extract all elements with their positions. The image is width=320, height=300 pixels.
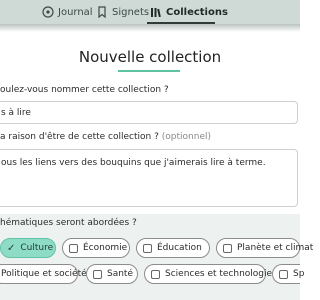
optional-hint: (optionnel) bbox=[161, 132, 211, 142]
theme-chip-sport[interactable]: Sp bbox=[272, 264, 304, 284]
tab-journal[interactable]: Journal bbox=[42, 4, 93, 20]
bookmark-icon bbox=[98, 6, 106, 18]
checkbox-icon bbox=[223, 243, 232, 253]
checkbox-icon bbox=[279, 269, 288, 279]
checkbox-icon bbox=[69, 243, 78, 253]
themes-panel: hématiques seront abordées ? ✓ Culture É… bbox=[0, 214, 313, 300]
theme-chip-label: Éducation bbox=[157, 243, 202, 253]
collection-name-input[interactable]: s à lire bbox=[0, 101, 298, 124]
check-icon: ✓ bbox=[7, 242, 16, 254]
checkbox-icon bbox=[93, 269, 102, 279]
journal-icon bbox=[42, 6, 54, 18]
theme-chip-education[interactable]: Éducation bbox=[136, 238, 210, 258]
collection-name-value: s à lire bbox=[1, 108, 31, 118]
checkbox-icon bbox=[151, 269, 160, 279]
tab-signets[interactable]: Signets bbox=[96, 4, 149, 20]
checkbox-icon bbox=[143, 243, 152, 253]
top-navigation: Journal Signets Collections bbox=[0, 0, 300, 24]
theme-chip-planete-climat[interactable]: Planète et climat bbox=[216, 238, 313, 258]
theme-chip-economie[interactable]: Économie bbox=[62, 238, 130, 258]
theme-chip-label: Politique et société bbox=[1, 269, 87, 279]
tab-signets-label: Signets bbox=[112, 6, 150, 18]
theme-chip-culture[interactable]: ✓ Culture bbox=[0, 238, 56, 258]
tab-journal-label: Journal bbox=[58, 6, 93, 18]
tab-collections[interactable]: Collections bbox=[150, 4, 228, 20]
themes-label: hématiques seront abordées ? bbox=[0, 218, 137, 228]
collection-reason-textarea[interactable]: ous les liens vers des bouquins que j'ai… bbox=[0, 149, 298, 207]
theme-chip-label: Culture bbox=[20, 243, 54, 253]
collection-reason-value: ous les liens vers des bouquins que j'ai… bbox=[1, 158, 266, 168]
theme-chip-label: Sciences et technologies bbox=[165, 269, 277, 279]
theme-chip-sante[interactable]: Santé bbox=[86, 264, 138, 284]
theme-chip-sciences-technologies[interactable]: Sciences et technologies bbox=[144, 264, 277, 284]
collection-name-label: oulez-vous nommer cette collection ? bbox=[0, 85, 169, 95]
title-underline bbox=[118, 70, 180, 72]
collections-icon bbox=[151, 8, 161, 18]
theme-chip-label: Sp bbox=[293, 269, 305, 279]
theme-chip-label: Planète et climat bbox=[237, 243, 314, 253]
collection-reason-label: a raison d'être de cette collection ? (o… bbox=[0, 132, 211, 142]
theme-chip-label: Santé bbox=[107, 269, 133, 279]
page-title: Nouvelle collection bbox=[78, 48, 222, 66]
theme-chip-politique-societe[interactable]: Politique et société bbox=[0, 264, 87, 284]
tab-collections-label: Collections bbox=[166, 6, 228, 18]
collection-reason-label-text: a raison d'être de cette collection ? bbox=[0, 132, 159, 142]
modal-top-edge bbox=[0, 24, 300, 32]
theme-chip-label: Économie bbox=[83, 243, 128, 253]
